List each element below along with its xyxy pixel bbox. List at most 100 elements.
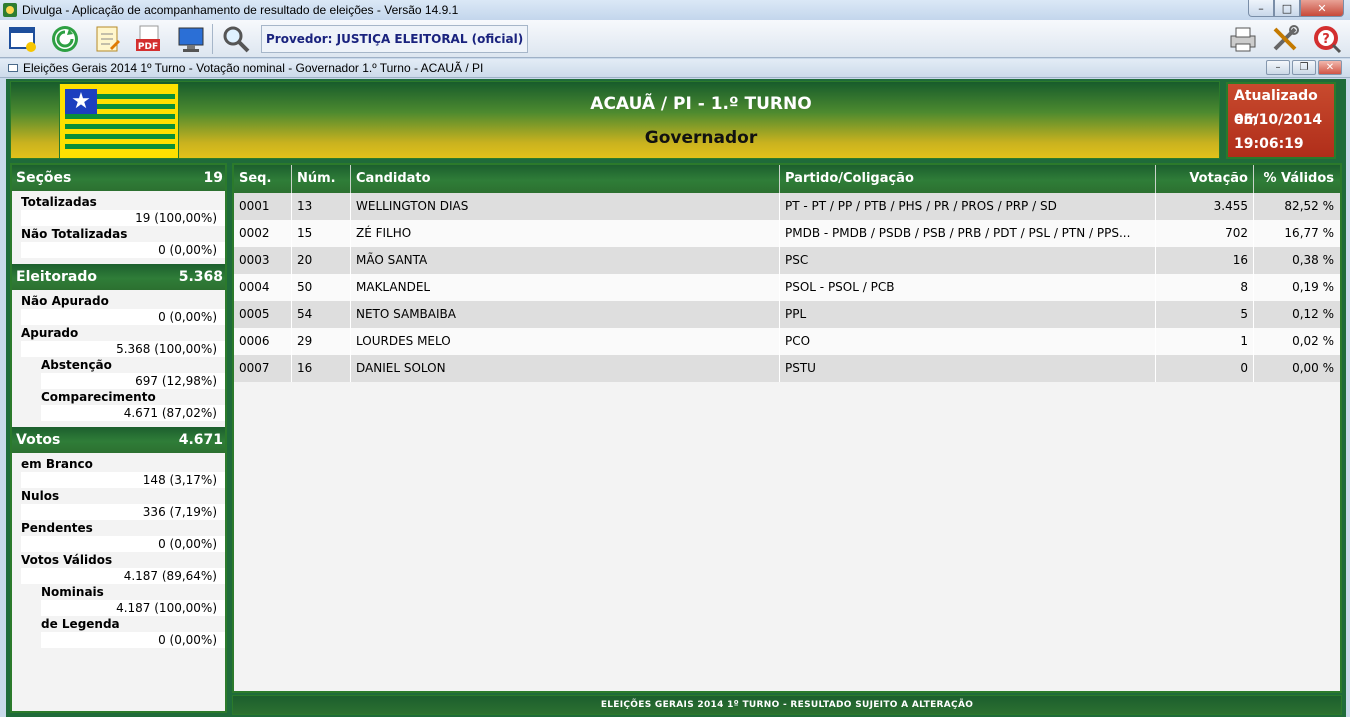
comparecimento-value: 4.671 (87,02%) [41,405,225,421]
print-button[interactable] [1224,22,1262,56]
nao-apurado-value: 0 (0,00%) [21,309,225,325]
cell-votes: 3.455 [1156,193,1254,220]
monitor-button[interactable] [172,22,210,56]
table-row[interactable]: 0005 54 NETO SAMBAIBA PPL 5 0,12 % [234,301,1340,328]
close-button[interactable]: ✕ [1300,0,1344,17]
notes-button[interactable] [88,22,126,56]
col-seq-header[interactable]: Seq. [234,165,292,193]
cell-party: PCO [780,328,1156,355]
pendentes-value: 0 (0,00%) [21,536,225,552]
col-num-header[interactable]: Núm. [292,165,351,193]
printer-icon [1230,27,1256,52]
cell-candidate: ZÉ FILHO [351,220,780,247]
cell-votes: 1 [1156,328,1254,355]
summary-panel: Seções 19 Totalizadas 19 (100,00%) Não T… [10,163,227,713]
col-votes-header[interactable]: Votação [1156,165,1254,193]
tools-button[interactable] [1266,22,1304,56]
cell-num: 54 [292,301,351,328]
refresh-icon [52,25,78,52]
cell-party: PSC [780,247,1156,274]
child-restore-button[interactable]: ❐ [1292,60,1316,75]
table-row[interactable]: 0004 50 MAKLANDEL PSOL - PSOL / PCB 8 0,… [234,274,1340,301]
legenda-label: de Legenda [41,617,120,631]
cell-num: 50 [292,274,351,301]
cell-seq: 0006 [234,328,292,355]
search-button[interactable] [217,22,255,56]
nulos-value: 336 (7,19%) [21,504,225,520]
abstencao-label: Abstenção [41,358,112,372]
nao-totalizadas-label: Não Totalizadas [21,227,128,241]
col-pct-header[interactable]: % Válidos [1254,165,1340,193]
votos-header: Votos 4.671 [12,427,225,453]
cell-seq: 0001 [234,193,292,220]
table-row[interactable]: 0003 20 MÃO SANTA PSC 16 0,38 % [234,247,1340,274]
maximize-button[interactable]: □ [1274,0,1300,17]
star-icon: ★ [65,89,97,114]
state-flag: ★ [59,84,179,158]
cell-num: 13 [292,193,351,220]
col-candidate-header[interactable]: Candidato [351,165,780,193]
updated-label: Atualizado em [1234,88,1318,128]
cell-seq: 0007 [234,355,292,382]
child-window-title: Eleições Gerais 2014 1º Turno - Votação … [23,61,484,75]
cell-pct: 82,52 % [1284,199,1334,213]
refresh-button[interactable] [46,22,84,56]
eleitorado-total: 5.368 [178,269,223,285]
cell-pct: 0,12 % [1292,307,1334,321]
cell-seq: 0005 [234,301,292,328]
child-window-icon [8,64,18,72]
col-party-header[interactable]: Partido/Coligação [780,165,1156,193]
nominais-label: Nominais [41,585,104,599]
eleitorado-title: Eleitorado [16,269,97,285]
svg-text:?: ? [1322,32,1330,47]
nominais-value: 4.187 (100,00%) [41,600,225,616]
search-icon [223,26,250,52]
cell-party: PT - PT / PP / PTB / PHS / PR / PROS / P… [780,193,1156,220]
cell-pct: 0,00 % [1292,361,1334,375]
cell-num: 29 [292,328,351,355]
child-close-button[interactable]: ✕ [1318,60,1342,75]
cell-candidate: NETO SAMBAIBA [351,301,780,328]
cell-pct: 0,02 % [1292,334,1334,348]
window-title: Divulga - Aplicação de acompanhamento de… [22,3,459,17]
toolbar-separator [212,23,213,54]
cell-candidate: LOURDES MELO [351,328,780,355]
minimize-button[interactable]: – [1248,0,1274,17]
pdf-button[interactable]: PDF [130,22,168,56]
votos-total: 4.671 [178,432,223,448]
table-row[interactable]: 0001 13 WELLINGTON DIAS PT - PT / PP / P… [234,193,1340,220]
validos-label: Votos Válidos [21,553,113,567]
new-window-icon [9,26,36,52]
tools-icon [1273,25,1299,51]
monitor-icon [178,27,204,52]
child-minimize-button[interactable]: – [1266,60,1290,75]
comparecimento-label: Comparecimento [41,390,156,404]
toolbar: PDF Provedor: JUSTIÇA ELEITORAL (oficial… [0,20,1350,58]
validos-value: 4.187 (89,64%) [21,568,225,584]
cell-votes: 16 [1156,247,1254,274]
office-title: Governador [644,128,758,148]
nao-apurado-label: Não Apurado [21,294,109,308]
updated-date: 05/10/2014 [1234,112,1323,128]
secoes-title: Seções [16,170,72,186]
results-table: Seq. Núm. Candidato Partido/Coligação Vo… [232,163,1342,693]
pendentes-label: Pendentes [21,521,93,535]
cell-pct: 16,77 % [1284,226,1334,240]
help-button[interactable]: ? [1308,22,1346,56]
votos-title: Votos [16,432,61,448]
cell-candidate: DANIEL SOLON [351,355,780,382]
branco-label: em Branco [21,457,93,471]
new-window-button[interactable] [4,22,42,56]
table-row[interactable]: 0002 15 ZÉ FILHO PMDB - PMDB / PSDB / PS… [234,220,1340,247]
cell-pct: 0,19 % [1292,280,1334,294]
toolbar-right: ? [1220,22,1346,56]
table-row[interactable]: 0006 29 LOURDES MELO PCO 1 0,02 % [234,328,1340,355]
provider-label: Provedor: JUSTIÇA ELEITORAL (oficial) [261,24,529,53]
cell-pct: 0,38 % [1292,253,1334,267]
pdf-icon: PDF [136,25,160,52]
apurado-value: 5.368 (100,00%) [21,341,225,357]
cell-party: PSTU [780,355,1156,382]
table-row[interactable]: 0007 16 DANIEL SOLON PSTU 0 0,00 % [234,355,1340,382]
cell-party: PMDB - PMDB / PSDB / PSB / PRB / PDT / P… [780,220,1156,247]
nao-totalizadas-value: 0 (0,00%) [21,242,225,258]
